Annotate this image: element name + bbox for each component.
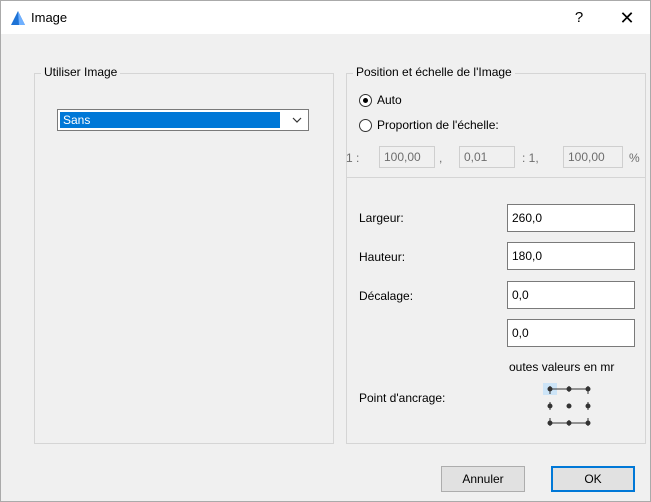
anchor-label: Point d'ancrage: xyxy=(359,391,446,405)
offset-y-input[interactable]: 0,0 xyxy=(507,319,635,347)
width-label: Largeur: xyxy=(359,211,404,225)
scale-value-2: 0,01 xyxy=(459,146,515,168)
scale-unit: % xyxy=(629,151,640,165)
height-label: Hauteur: xyxy=(359,250,406,264)
close-button[interactable]: ✕ xyxy=(609,5,645,31)
image-dialog: Image ? ✕ Utiliser Image Sans Position e… xyxy=(0,0,651,502)
usage-group-label: Utiliser Image xyxy=(41,65,121,79)
auto-radio-label[interactable]: Auto xyxy=(377,93,402,107)
offset-label: Décalage: xyxy=(359,289,414,303)
scale-prefix: 1 : xyxy=(346,151,360,165)
offset-x-input[interactable]: 0,0 xyxy=(507,281,635,309)
help-button[interactable]: ? xyxy=(564,5,594,31)
image-select[interactable]: Sans xyxy=(57,109,309,131)
divider xyxy=(346,177,646,178)
scale-comma: , xyxy=(439,151,443,165)
position-group-label: Position et échelle de l'Image xyxy=(353,65,515,79)
ok-button[interactable]: OK xyxy=(551,466,635,492)
scale-separator: : 1, xyxy=(522,151,539,165)
image-select-value: Sans xyxy=(60,112,280,128)
anchor-point-grid[interactable] xyxy=(541,381,597,431)
chevron-down-icon xyxy=(290,113,304,127)
units-note: outes valeurs en mr xyxy=(509,360,615,374)
height-input[interactable]: 180,0 xyxy=(507,242,635,270)
proportion-radio-label[interactable]: Proportion de l'échelle: xyxy=(377,118,499,132)
proportion-radio[interactable] xyxy=(359,119,372,132)
window-title: Image xyxy=(31,10,68,25)
scale-value-3: 100,00 xyxy=(563,146,623,168)
title-bar[interactable]: Image ? ✕ xyxy=(1,1,650,34)
cancel-button[interactable]: Annuler xyxy=(441,466,525,492)
auto-radio[interactable] xyxy=(359,94,372,107)
width-input[interactable]: 260,0 xyxy=(507,204,635,232)
scale-value-1: 100,00 xyxy=(379,146,435,168)
app-icon xyxy=(10,10,26,26)
